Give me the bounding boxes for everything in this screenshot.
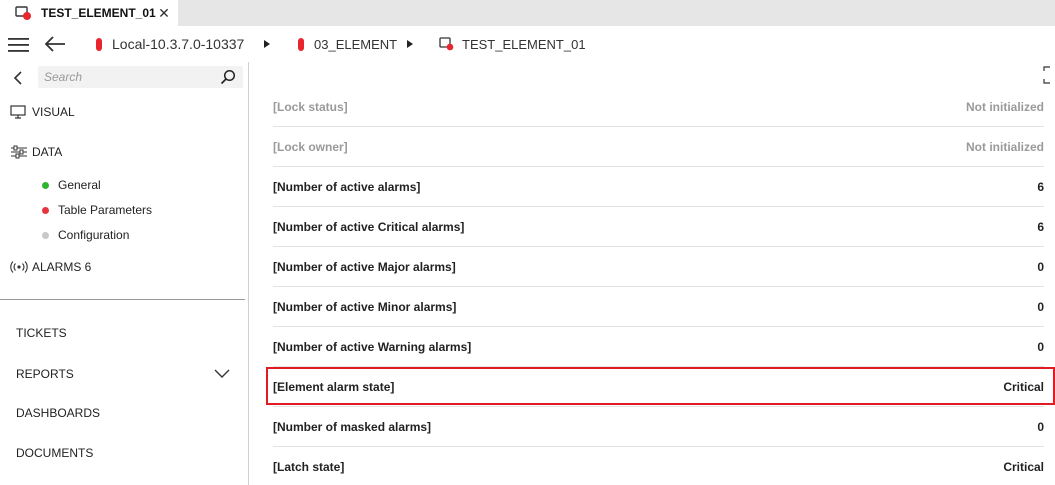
nav-documents[interactable]: DOCUMENTS — [16, 446, 93, 460]
breadcrumb-view[interactable]: 03_ELEMENT — [298, 26, 397, 62]
tab-test-element[interactable]: TEST_ELEMENT_01 ✕ — [0, 0, 178, 26]
nav-tickets[interactable]: TICKETS — [16, 326, 67, 340]
nav-label: DATA — [32, 145, 63, 159]
element-icon — [15, 6, 31, 20]
param-value: 6 — [1037, 180, 1044, 194]
param-label: [Number of active Warning alarms] — [273, 340, 472, 354]
param-value: Critical — [1003, 380, 1044, 394]
breadcrumb-separator-icon — [264, 40, 270, 48]
param-label: [Number of active alarms] — [273, 180, 421, 194]
sub-item-configuration[interactable]: Configuration — [42, 228, 129, 242]
breadcrumb-label: Local-10.3.7.0-10337 — [112, 36, 245, 52]
param-row-element-alarm-state: [Element alarm state] Critical — [273, 367, 1044, 407]
alarm-state-indicator — [96, 37, 102, 51]
sub-item-general[interactable]: General — [42, 178, 101, 192]
nav-alarms[interactable]: ALARMS 6 — [10, 260, 91, 274]
param-row: [Latch state] Critical — [273, 447, 1044, 485]
parameter-list: [Lock status] Not initialized [Lock owne… — [250, 62, 1055, 485]
sub-item-table-parameters[interactable]: Table Parameters — [42, 203, 152, 217]
param-label: [Latch state] — [273, 460, 345, 474]
nav-data[interactable]: DATA — [10, 145, 62, 159]
search-icon[interactable] — [220, 69, 236, 85]
tab-title: TEST_ELEMENT_01 — [41, 6, 156, 20]
param-row: [Lock status] Not initialized — [273, 87, 1044, 127]
param-value: 6 — [1037, 220, 1044, 234]
param-row: [Number of active Minor alarms] 0 — [273, 287, 1044, 327]
param-row: [Number of active Warning alarms] 0 — [273, 327, 1044, 367]
tab-strip: TEST_ELEMENT_01 ✕ — [0, 0, 1055, 26]
breadcrumb-separator-icon — [407, 40, 413, 48]
param-value: 0 — [1037, 300, 1044, 314]
chevron-left-icon[interactable] — [10, 70, 26, 86]
param-value: Not initialized — [966, 140, 1044, 154]
hamburger-menu-icon[interactable] — [8, 38, 29, 52]
breadcrumb-dma[interactable]: Local-10.3.7.0-10337 — [96, 26, 244, 62]
param-row: [Number of active alarms] 6 — [273, 167, 1044, 207]
param-label: [Element alarm state] — [273, 380, 395, 394]
param-row: [Number of masked alarms] 0 — [273, 407, 1044, 447]
breadcrumb-element[interactable]: TEST_ELEMENT_01 — [439, 26, 586, 62]
breadcrumb-label: 03_ELEMENT — [314, 36, 398, 52]
chevron-down-icon[interactable] — [214, 369, 230, 379]
param-value: 0 — [1037, 340, 1044, 354]
nav-visual[interactable]: VISUAL — [10, 105, 75, 119]
monitor-icon — [10, 105, 26, 119]
expand-icon[interactable] — [1043, 66, 1051, 84]
sub-item-label: Table Parameters — [58, 203, 153, 217]
param-row: [Number of active Major alarms] 0 — [273, 247, 1044, 287]
param-label: [Number of active Minor alarms] — [273, 300, 457, 314]
search-box — [38, 66, 243, 88]
param-label: [Number of masked alarms] — [273, 420, 432, 434]
sidebar-divider — [0, 299, 245, 300]
param-value: Not initialized — [966, 100, 1044, 114]
nav-label: ALARMS 6 — [32, 260, 92, 274]
search-input[interactable] — [44, 69, 214, 85]
nav-dashboards[interactable]: DASHBOARDS — [16, 406, 100, 420]
back-arrow-icon[interactable] — [44, 35, 66, 53]
sidebar: VISUAL DATA General Table Parameters Con… — [0, 62, 249, 485]
sliders-icon — [11, 145, 27, 159]
sub-item-label: General — [58, 178, 101, 192]
tab-close-button[interactable]: ✕ — [156, 5, 172, 21]
element-icon — [439, 37, 454, 51]
param-row: [Number of active Critical alarms] 6 — [273, 207, 1044, 247]
status-dot — [42, 231, 49, 239]
sub-item-label: Configuration — [58, 228, 130, 242]
param-value: Critical — [1003, 460, 1044, 474]
broadcast-icon — [10, 261, 28, 273]
breadcrumb-label: TEST_ELEMENT_01 — [462, 36, 586, 52]
param-label: [Lock owner] — [273, 140, 348, 154]
param-label: [Number of active Critical alarms] — [273, 220, 465, 234]
header-bar: Local-10.3.7.0-10337 03_ELEMENT TEST_ELE… — [0, 26, 1055, 62]
param-label: [Number of active Major alarms] — [273, 260, 456, 274]
param-label: [Lock status] — [273, 100, 348, 114]
param-value: 0 — [1037, 420, 1044, 434]
param-value: 0 — [1037, 260, 1044, 274]
status-dot — [42, 181, 49, 189]
status-dot — [42, 206, 49, 214]
alarm-state-indicator — [298, 37, 304, 51]
nav-label: VISUAL — [32, 105, 75, 119]
nav-reports[interactable]: REPORTS — [16, 367, 74, 381]
param-row: [Lock owner] Not initialized — [273, 127, 1044, 167]
